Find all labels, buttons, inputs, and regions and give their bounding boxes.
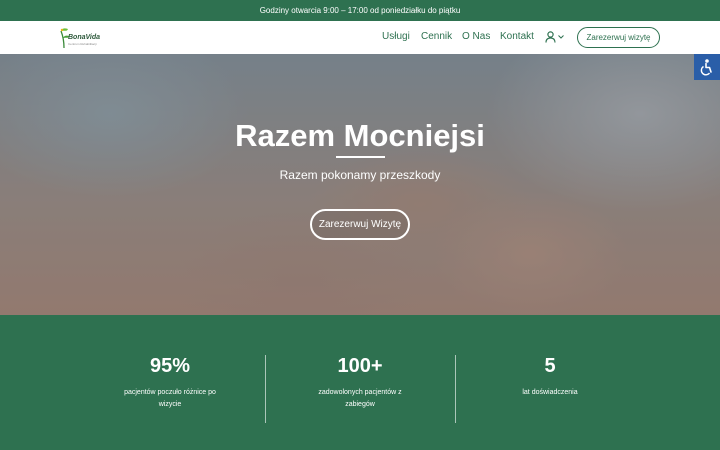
nav-item-o-nas[interactable]: O Nas: [462, 31, 490, 42]
stat-value: 95%: [149, 355, 191, 377]
logo-name: BonaVida: [68, 34, 101, 41]
user-icon: [545, 31, 556, 43]
stat-value: 100+: [337, 355, 383, 377]
hero-subtitle: Razem pokonamy przeszkody: [279, 168, 441, 182]
book-visit-nav-button[interactable]: Zarezerwuj wizytę: [577, 27, 660, 48]
accessibility-button[interactable]: [694, 54, 720, 80]
top-info-bar: Godziny otwarcia 9:00 – 17:00 od poniedz…: [0, 0, 720, 21]
stat-label: lat doświadczenia: [522, 389, 578, 396]
stat-patients: 100+ zadowolonych pacjentów z zabiegów: [280, 355, 440, 411]
chevron-down-icon: [558, 35, 564, 39]
stats-section: 95% pacjentów poczuło różnice po wizycie…: [0, 315, 720, 450]
nav-item-kontakt[interactable]: Kontakt: [500, 31, 534, 42]
main-navbar: BonaVida Centrum Rehabilitacji Usługi Ce…: [0, 21, 720, 54]
hero-title-underline: [336, 156, 385, 158]
stat-value: 5: [544, 355, 556, 377]
hero-section: Razem Mocniejsi Razem pokonamy przeszkod…: [0, 54, 720, 315]
stats-divider: [265, 355, 266, 423]
stat-experience: 5 lat doświadczenia: [470, 355, 630, 399]
hero-overlay: [0, 54, 720, 315]
logo-subtitle: Centrum Rehabilitacji: [68, 42, 97, 46]
accessibility-icon: [700, 59, 712, 76]
nav-item-cennik[interactable]: Cennik: [421, 31, 452, 42]
nav-item-uslugi[interactable]: Usługi: [382, 31, 410, 42]
stat-label: pacjentów poczuło różnice po wizycie: [124, 389, 216, 408]
account-menu[interactable]: [545, 29, 569, 45]
stats-divider: [455, 355, 456, 423]
hero-title: Razem Mocniejsi: [235, 118, 485, 153]
book-visit-hero-button[interactable]: Zarezerwuj Wizytę: [310, 209, 410, 240]
stat-satisfaction: 95% pacjentów poczuło różnice po wizycie: [90, 355, 250, 411]
stat-label: zadowolonych pacjentów z zabiegów: [318, 389, 402, 408]
site-logo[interactable]: BonaVida Centrum Rehabilitacji: [58, 26, 108, 50]
opening-hours-text: Godziny otwarcia 9:00 – 17:00 od poniedz…: [259, 6, 461, 15]
